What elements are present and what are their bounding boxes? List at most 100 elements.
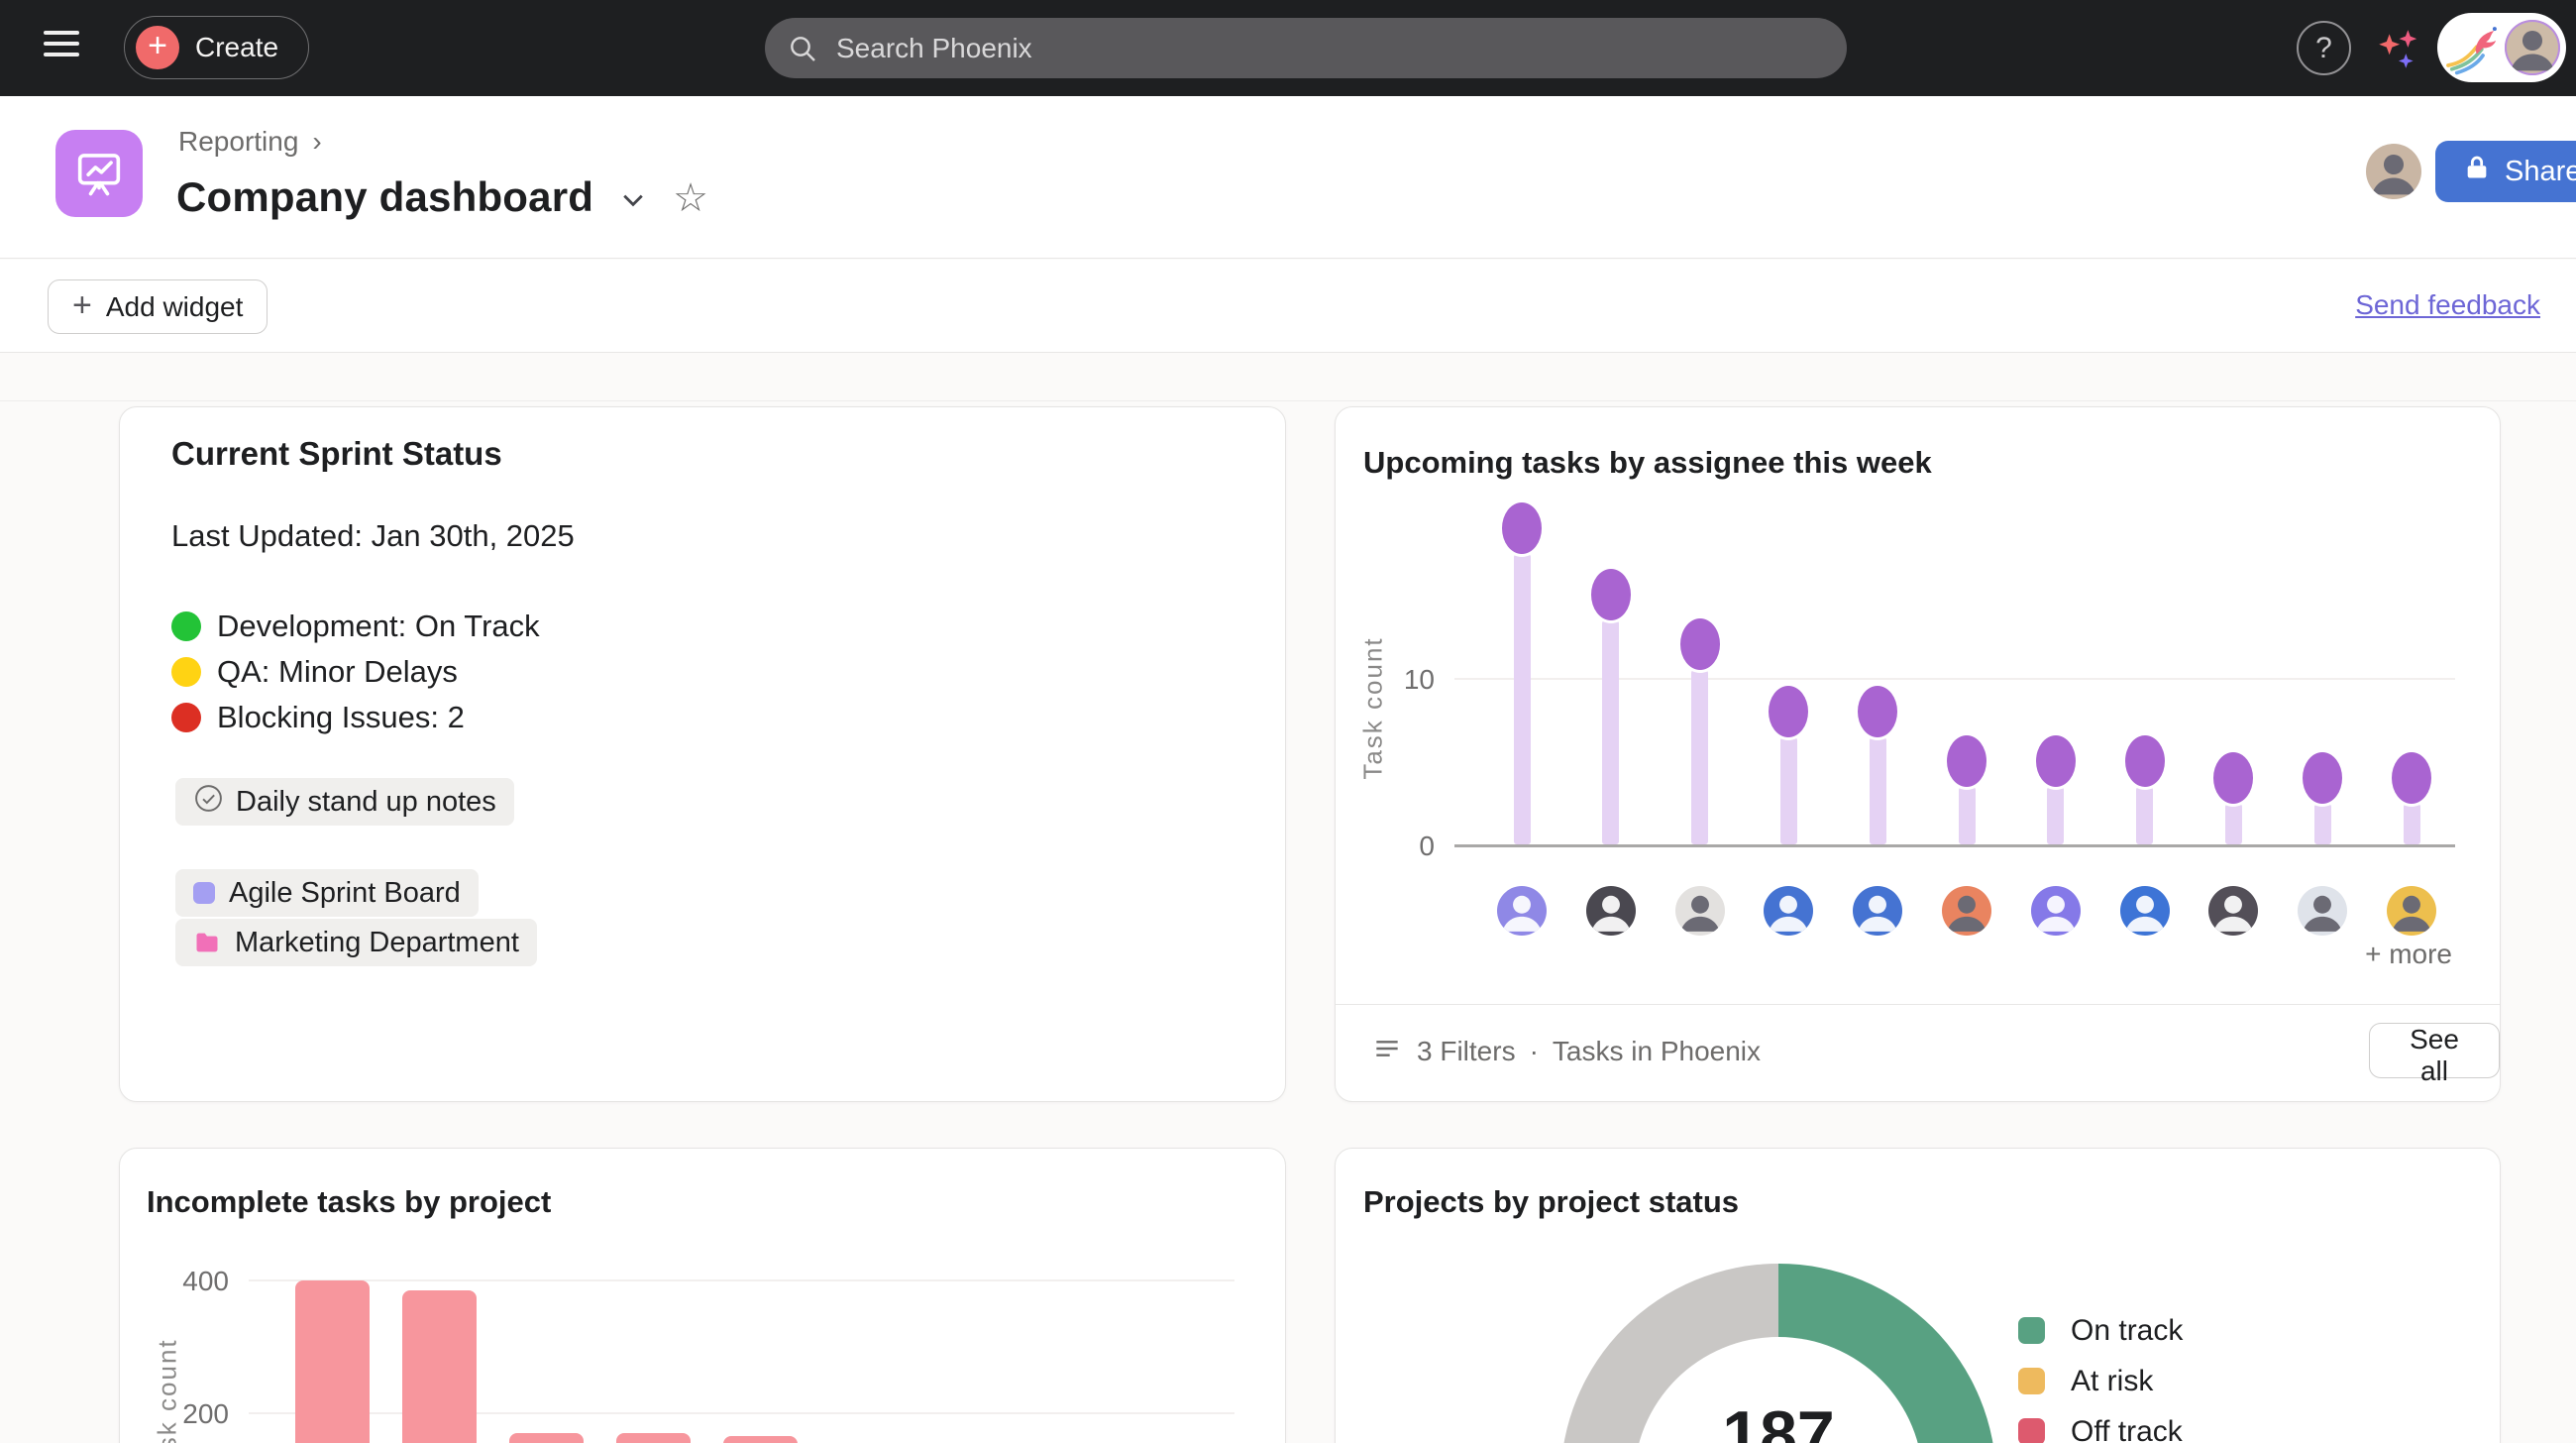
- breadcrumb-chevron-icon: ›: [312, 126, 321, 158]
- member-avatar[interactable]: [2366, 144, 2421, 199]
- create-button-label: Create: [195, 32, 278, 63]
- bar[interactable]: [402, 1290, 477, 1443]
- upcoming-tasks-widget: Upcoming tasks by assignee this week Tas…: [1335, 406, 2501, 1102]
- status-dot-icon: [171, 657, 201, 687]
- project-chip-label: Agile Sprint Board: [229, 877, 461, 910]
- data-point[interactable]: [2300, 749, 2345, 807]
- note-chip-label: Daily stand up notes: [236, 786, 496, 819]
- legend-swatch: [2018, 1368, 2045, 1394]
- data-point[interactable]: [1855, 683, 1900, 740]
- assignee-avatar[interactable]: [1586, 886, 1636, 936]
- assignee-avatar[interactable]: [2298, 886, 2347, 936]
- status-row: Blocking Issues: 2: [171, 695, 540, 740]
- assignee-avatar[interactable]: [2387, 886, 2436, 936]
- share-button-label: Share: [2505, 156, 2576, 188]
- add-widget-label: Add widget: [106, 291, 244, 323]
- lollipop-stem: [2047, 787, 2064, 844]
- folder-icon: [193, 929, 221, 956]
- legend-item: Off track: [2018, 1406, 2183, 1443]
- source-label[interactable]: Tasks in Phoenix: [1553, 1036, 1761, 1067]
- data-point[interactable]: [1766, 683, 1811, 740]
- assignee-avatar[interactable]: [2208, 886, 2258, 936]
- more-assignees-link[interactable]: + more: [2365, 939, 2452, 970]
- status-dot-icon: [171, 611, 201, 641]
- gridline-200: [249, 1412, 1234, 1414]
- status-list: Development: On Track QA: Minor Delays Blo…: [171, 604, 540, 740]
- page-title: Company dashboard: [176, 173, 593, 221]
- data-point[interactable]: [1944, 732, 1989, 790]
- incomplete-tasks-widget: Incomplete tasks by project Task count 4…: [119, 1148, 1286, 1443]
- filters-label[interactable]: 3 Filters: [1417, 1036, 1516, 1067]
- share-button[interactable]: Share: [2435, 141, 2576, 202]
- data-point[interactable]: [1588, 566, 1634, 623]
- gridline-400: [249, 1279, 1234, 1281]
- status-dot-icon: [171, 703, 201, 732]
- create-button[interactable]: + Create: [124, 16, 309, 79]
- widget-title: Projects by project status: [1363, 1184, 1739, 1220]
- widget-title: Incomplete tasks by project: [147, 1184, 551, 1220]
- ai-sparkles-button[interactable]: [2374, 25, 2423, 74]
- lollipop-stem: [1870, 737, 1886, 844]
- chevron-down-icon[interactable]: [619, 186, 647, 219]
- bar[interactable]: [509, 1433, 584, 1443]
- assignee-avatar[interactable]: [2031, 886, 2081, 936]
- data-point[interactable]: [1677, 615, 1723, 673]
- square-icon: [193, 882, 215, 904]
- chart-footer: 3 Filters · Tasks in Phoenix: [1371, 1024, 1761, 1079]
- lollipop-stem: [2225, 804, 2242, 844]
- data-point[interactable]: [2389, 749, 2434, 807]
- project-chip[interactable]: Marketing Department: [175, 919, 537, 966]
- check-circle-icon: [193, 783, 224, 822]
- content-divider: [0, 400, 2576, 401]
- daily-standup-notes-chip[interactable]: Daily stand up notes: [175, 778, 514, 826]
- data-point[interactable]: [1499, 500, 1545, 557]
- y-axis-title: Task count: [1358, 600, 1389, 818]
- project-chip-label: Marketing Department: [235, 927, 519, 959]
- legend-label: On track: [2071, 1314, 2183, 1348]
- assignee-avatar[interactable]: [1764, 886, 1813, 936]
- send-feedback-link[interactable]: Send feedback: [2355, 289, 2540, 321]
- title-row: Company dashboard ☆: [176, 167, 708, 227]
- y-tick-10: 10: [1365, 664, 1435, 696]
- x-axis-line: [1454, 844, 2455, 847]
- top-bar: + Create ?: [0, 0, 2576, 96]
- y-tick-200: 200: [160, 1398, 229, 1430]
- bar[interactable]: [295, 1280, 370, 1443]
- breadcrumb-reporting-link[interactable]: Reporting: [178, 126, 298, 158]
- project-chip[interactable]: Agile Sprint Board: [175, 869, 479, 917]
- legend-item: On track: [2018, 1305, 2183, 1356]
- lollipop-stem: [2136, 787, 2153, 844]
- card-footer-divider: [1336, 1004, 2500, 1005]
- bar[interactable]: [616, 1433, 691, 1443]
- lollipop-stem: [1691, 670, 1708, 844]
- assignee-avatar[interactable]: [2120, 886, 2170, 936]
- data-point[interactable]: [2122, 732, 2168, 790]
- status-label: Blocking Issues: 2: [217, 700, 465, 735]
- separator-dot: ·: [1530, 1036, 1539, 1067]
- legend-swatch: [2018, 1418, 2045, 1443]
- assignee-avatar[interactable]: [1497, 886, 1547, 936]
- status-row: QA: Minor Delays: [171, 649, 540, 695]
- workspace-pill[interactable]: [2437, 13, 2566, 82]
- bar[interactable]: [723, 1436, 798, 1443]
- lollipop-stem: [2404, 804, 2420, 844]
- status-label: QA: Minor Delays: [217, 654, 458, 690]
- see-all-button[interactable]: See all: [2369, 1023, 2500, 1078]
- search-input[interactable]: [765, 18, 1847, 78]
- add-widget-button[interactable]: + Add widget: [48, 279, 268, 334]
- favorite-star-icon[interactable]: ☆: [673, 178, 708, 218]
- status-label: Development: On Track: [217, 609, 540, 644]
- widget-title: Current Sprint Status: [171, 435, 502, 473]
- assignee-avatar[interactable]: [1675, 886, 1725, 936]
- hamburger-menu-icon[interactable]: [44, 31, 83, 64]
- page-header: Reporting › Company dashboard ☆ Share: [0, 96, 2576, 259]
- help-button[interactable]: ?: [2297, 21, 2351, 75]
- widget-title: Upcoming tasks by assignee this week: [1363, 445, 1932, 481]
- lollipop-stem: [1780, 737, 1797, 844]
- legend-label: At risk: [2071, 1365, 2153, 1398]
- breadcrumb: Reporting ›: [178, 126, 322, 158]
- data-point[interactable]: [2210, 749, 2256, 807]
- assignee-avatar[interactable]: [1853, 886, 1902, 936]
- data-point[interactable]: [2033, 732, 2079, 790]
- assignee-avatar[interactable]: [1942, 886, 1991, 936]
